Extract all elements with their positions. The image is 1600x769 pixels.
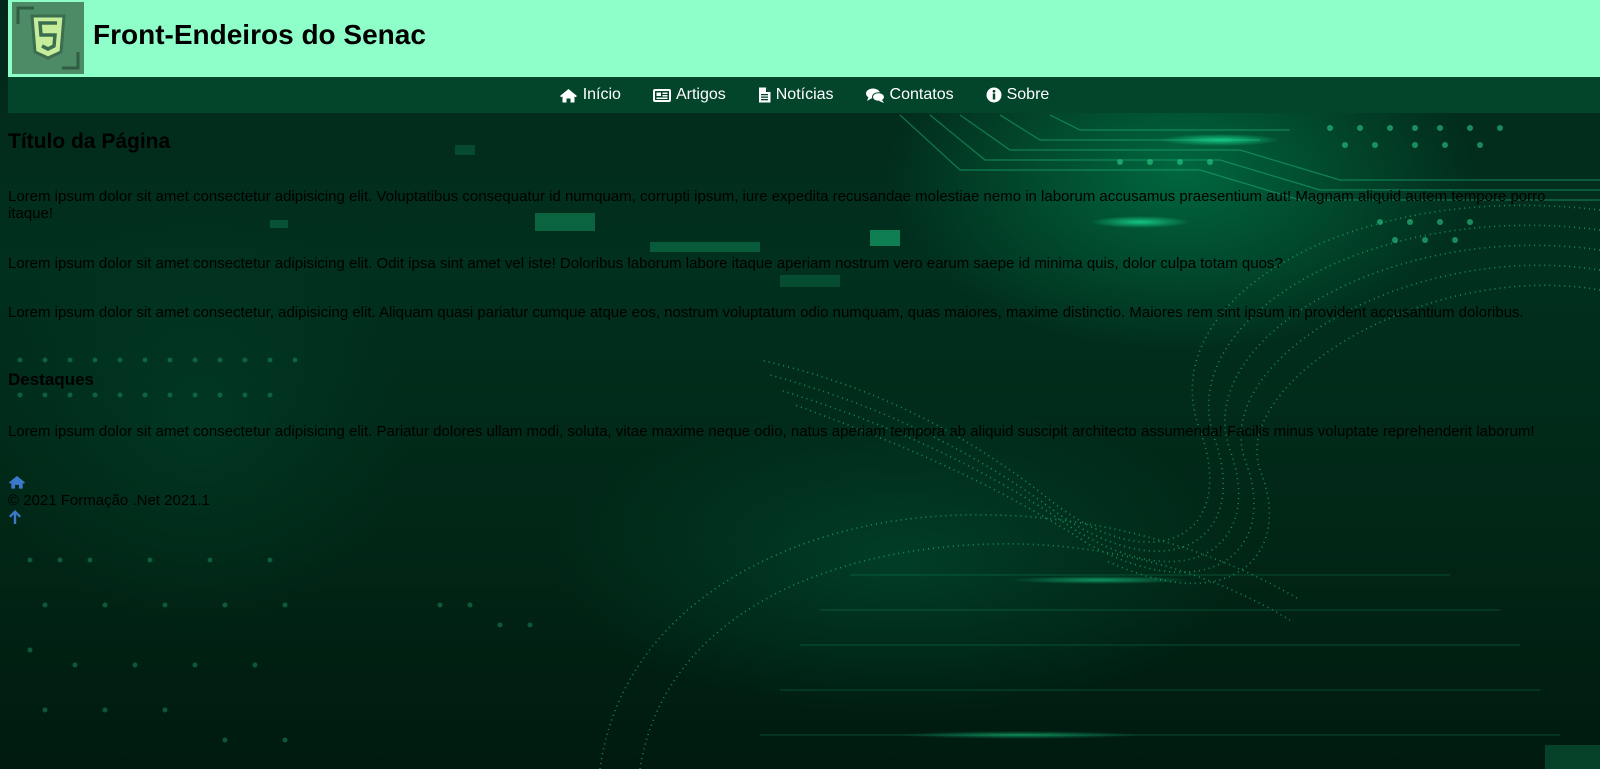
nav-item-inicio[interactable]: Início	[559, 86, 621, 104]
nav-item-label: Contatos	[889, 86, 954, 103]
html5-logo-icon[interactable]	[12, 2, 84, 74]
site-header: Front-Endeiros do Senac	[8, 0, 1600, 77]
info-circle-icon	[986, 87, 1002, 103]
newspaper-icon	[652, 88, 671, 102]
copyright-text: © 2021 Formação .Net 2021.1	[8, 492, 211, 509]
home-icon	[559, 88, 577, 102]
nav-item-label: Início	[582, 86, 621, 103]
paragraph: Lorem ipsum dolor sit amet consectetur a…	[8, 255, 1283, 272]
paragraph: Lorem ipsum dolor sit amet consectetur a…	[8, 188, 1546, 222]
paragraph: Lorem ipsum dolor sit amet consectetur, …	[8, 304, 1524, 321]
nav-item-contatos[interactable]: Contatos	[865, 86, 954, 104]
page-title: Título da Página	[8, 130, 171, 153]
background-image	[0, 0, 1600, 769]
nav-item-label: Artigos	[675, 86, 726, 103]
nav-item-label: Sobre	[1006, 86, 1050, 103]
site-title: Front-Endeiros do Senac	[93, 19, 426, 50]
nav-item-label: Notícias	[775, 86, 834, 103]
highlights-paragraph: Lorem ipsum dolor sit amet consectetur a…	[8, 423, 1535, 440]
home-icon[interactable]	[8, 474, 26, 490]
comments-icon	[865, 88, 885, 103]
arrow-up-icon[interactable]	[8, 509, 22, 525]
file-text-icon	[758, 87, 771, 103]
main-navigation: Início Artigos Notícias Contatos Sobre	[8, 77, 1600, 113]
nav-item-noticias[interactable]: Notícias	[758, 86, 834, 104]
nav-item-sobre[interactable]: Sobre	[986, 86, 1050, 104]
nav-item-artigos[interactable]: Artigos	[652, 86, 726, 104]
highlights-title: Destaques	[8, 370, 94, 389]
